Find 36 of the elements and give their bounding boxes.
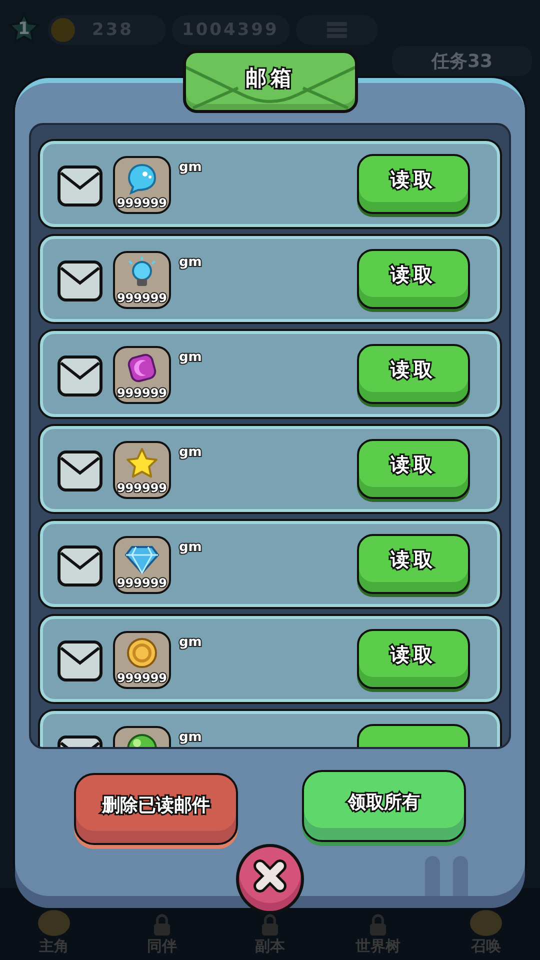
post-decoration	[425, 856, 440, 896]
reward-tile: 999999	[113, 251, 171, 309]
lock-icon	[260, 914, 280, 937]
lock-icon	[368, 914, 388, 937]
reward-tile: 999999	[113, 441, 171, 499]
read-button[interactable]: 读取	[357, 439, 470, 499]
reward-tile: 999999	[113, 346, 171, 404]
sender-label: gm	[179, 635, 202, 650]
close-icon	[253, 859, 287, 893]
envelope-icon	[57, 545, 103, 587]
post-decoration	[453, 856, 468, 896]
reward-tile: 999999	[113, 631, 171, 689]
envelope-icon	[57, 450, 103, 492]
reward-tile: 999999	[113, 536, 171, 594]
read-button[interactable]: 读取	[357, 344, 470, 404]
sender-label: gm	[179, 350, 202, 365]
coin-icon	[50, 17, 76, 43]
sender-label: gm	[179, 160, 202, 175]
lock-icon	[152, 914, 172, 937]
read-button[interactable]: 读取	[357, 534, 470, 594]
envelope-icon	[57, 260, 103, 302]
sender-label: gm	[179, 445, 202, 460]
read-button[interactable]: 读取	[357, 629, 470, 689]
title-banner: 邮箱	[183, 50, 358, 113]
reward-tile: 999999	[113, 156, 171, 214]
coin-icon	[124, 637, 160, 671]
read-button[interactable]: 读取	[357, 154, 470, 214]
sender-label: gm	[179, 255, 202, 270]
read-button[interactable]: 读取	[357, 249, 470, 309]
envelope-icon	[57, 165, 103, 207]
envelope-icon	[57, 355, 103, 397]
sender-label: gm	[179, 540, 202, 555]
envelope-icon	[57, 640, 103, 682]
sender-label: gm	[179, 730, 202, 745]
quest-label: 任务33	[392, 46, 532, 76]
level-number: 1	[18, 19, 30, 39]
